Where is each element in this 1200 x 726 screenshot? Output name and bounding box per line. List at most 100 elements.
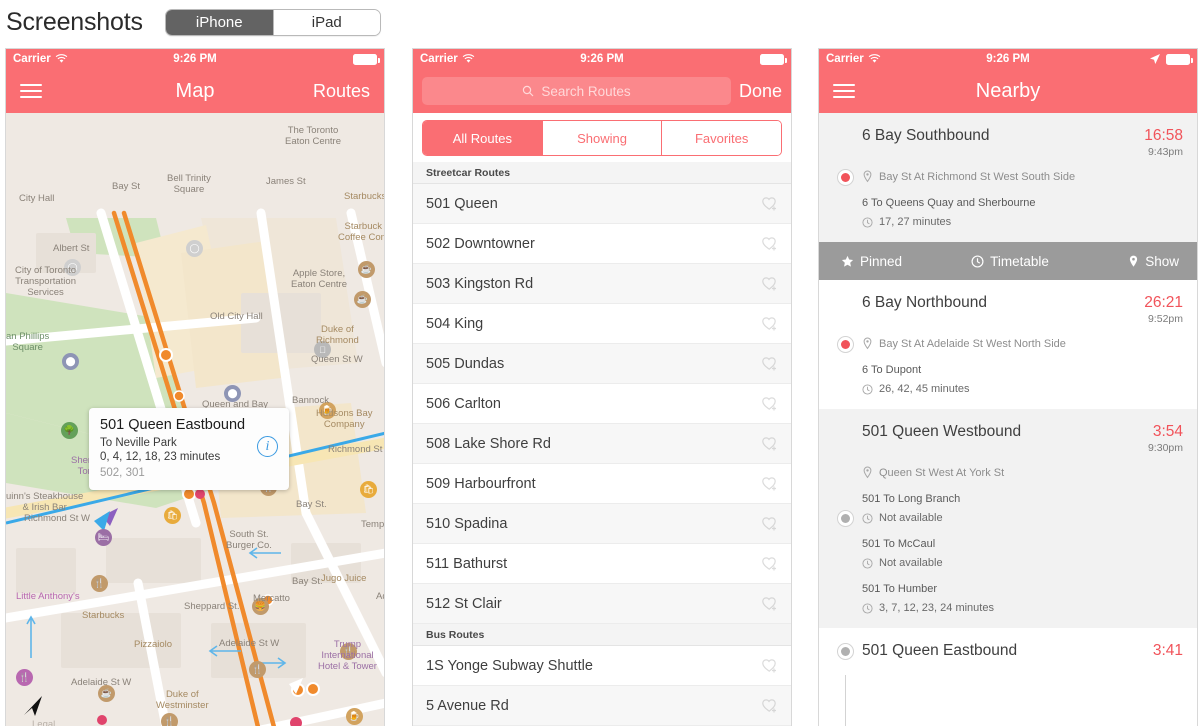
poi-icon-transportation: ⬤: [62, 353, 79, 370]
nearby-list[interactable]: 6 Bay Southbound 16:58 9:43pm Bay St At …: [819, 113, 1197, 726]
clock-time-label: 9:43pm: [1147, 146, 1183, 158]
heart-plus-icon[interactable]: [761, 235, 778, 252]
heart-plus-icon[interactable]: [761, 275, 778, 292]
nearby-card-header: 6 Bay Northbound 26:21 9:52pm: [862, 294, 1183, 325]
nearby-card[interactable]: 501 Queen Eastbound 3:41: [819, 628, 1197, 675]
nearby-card-times: 16:58 9:43pm: [1144, 127, 1183, 158]
nearby-card[interactable]: 501 Queen Westbound 3:54 9:30pm Queen St…: [819, 409, 1197, 628]
battery-icon: [760, 53, 787, 65]
departure-eta: 17, 27 minutes: [862, 216, 1183, 228]
route-row[interactable]: 508 Lake Shore Rd: [413, 424, 791, 464]
route-label: 504 King: [426, 315, 484, 332]
route-label: 512 St Clair: [426, 595, 502, 612]
route-row[interactable]: 1S Yonge Subway Shuttle: [413, 646, 791, 686]
nearby-card-title: 6 Bay Southbound: [862, 127, 990, 144]
heart-plus-icon[interactable]: [761, 315, 778, 332]
callout-destination: To Neville Park: [100, 437, 177, 449]
timeline-dot: [837, 169, 854, 186]
poi-icon-old-city-hall: ⬤: [224, 385, 241, 402]
poi-icon-mercatto: 🍴: [249, 661, 266, 678]
heart-plus-icon[interactable]: [761, 355, 778, 372]
pinned-button[interactable]: Pinned: [819, 254, 954, 269]
heart-plus-icon[interactable]: [761, 435, 778, 452]
route-row[interactable]: 506 Carlton: [413, 384, 791, 424]
segment-showing[interactable]: Showing: [541, 121, 662, 155]
nearby-card-wrapper: 501 Queen Eastbound 3:41: [819, 628, 1197, 675]
nearby-card-header: 501 Queen Eastbound 3:41: [862, 642, 1183, 661]
device-toggle[interactable]: iPhone iPad: [164, 9, 381, 36]
poi-icon-duke-of-westminster: 🍺: [346, 708, 363, 725]
departure-destination: 6 To Dupont: [862, 364, 922, 376]
heart-plus-icon[interactable]: [761, 555, 778, 572]
location-arrow-icon[interactable]: [20, 693, 46, 719]
hamburger-icon[interactable]: [20, 80, 42, 103]
nearby-card-header: 501 Queen Westbound 3:54 9:30pm: [862, 423, 1183, 454]
routes-button[interactable]: Routes: [313, 81, 370, 102]
screenshot-map: Carrier 9:26 PM Map Routes ◯ ⬤ ◯ ☕ ☕ ⬤ 🌳…: [5, 48, 385, 726]
device-toggle-iphone[interactable]: iPhone: [165, 10, 273, 35]
clock-time-label: 9:30pm: [1147, 442, 1183, 454]
heart-plus-icon[interactable]: [761, 595, 778, 612]
poi-icon-apple-store: : [314, 341, 331, 358]
heart-plus-icon[interactable]: [761, 395, 778, 412]
route-row[interactable]: 503 Kingston Rd: [413, 264, 791, 304]
route-label: 5 Avenue Rd: [426, 697, 509, 714]
nearby-card-wrapper: 6 Bay Southbound 16:58 9:43pm Bay St At …: [819, 113, 1197, 242]
route-row[interactable]: 510 Spadina: [413, 504, 791, 544]
status-time: 9:26 PM: [986, 53, 1030, 65]
nearby-card-title: 501 Queen Westbound: [862, 423, 1022, 440]
route-row[interactable]: 511 Bathurst: [413, 544, 791, 584]
route-label: 506 Carlton: [426, 395, 501, 412]
nearby-card-wrapper: 6 Bay Northbound 26:21 9:52pm Bay St At …: [819, 280, 1197, 409]
show-button[interactable]: Show: [1066, 254, 1197, 269]
routes-searchbar: Search Routes Done: [413, 69, 791, 113]
list-section-header: Bus Routes: [413, 624, 791, 646]
departure-destination: 501 To McCaul: [862, 538, 936, 550]
routes-filter-segments[interactable]: All Routes Showing Favorites: [422, 120, 782, 156]
nearby-card-times: 3:54 9:30pm: [1148, 423, 1183, 454]
nearby-card-header: 6 Bay Southbound 16:58 9:43pm: [862, 127, 1183, 158]
route-row[interactable]: 504 King: [413, 304, 791, 344]
search-input[interactable]: Search Routes: [422, 77, 731, 105]
map-canvas[interactable]: ◯ ⬤ ◯ ☕ ☕  ⬤ 🌳 🍺 🍴 🛍 🛍 🛏 🍴 🍔 🍴 🍴 ☕ 🍴 🍺 …: [6, 113, 384, 726]
countdown-label: 3:54: [1152, 423, 1183, 440]
stop-name: Bay St At Richmond St West South Side: [862, 170, 1183, 183]
hamburger-icon[interactable]: [833, 80, 855, 103]
route-label: 501 Queen: [426, 195, 498, 212]
poi-icon-jugo-juice: 🍴: [340, 643, 357, 660]
screenshots-toolbar: Screenshots iPhone iPad: [0, 0, 1200, 45]
info-icon[interactable]: i: [257, 436, 278, 457]
poi-icon-starbucks: ☕: [358, 261, 375, 278]
route-row[interactable]: 505 Dundas: [413, 344, 791, 384]
route-row[interactable]: 5 Avenue Rd: [413, 686, 791, 726]
segment-favorites[interactable]: Favorites: [661, 121, 781, 155]
timetable-button[interactable]: Timetable: [954, 254, 1067, 269]
route-row[interactable]: 501 Queen: [413, 184, 791, 224]
nearby-card[interactable]: 6 Bay Northbound 26:21 9:52pm Bay St At …: [819, 280, 1197, 409]
heart-plus-icon[interactable]: [761, 515, 778, 532]
callout-title: 501 Queen Eastbound: [100, 417, 246, 433]
heart-plus-icon[interactable]: [761, 195, 778, 212]
segment-all-routes[interactable]: All Routes: [423, 121, 542, 155]
heart-plus-icon[interactable]: [761, 697, 778, 714]
route-row[interactable]: 502 Downtowner: [413, 224, 791, 264]
route-row[interactable]: 512 St Clair: [413, 584, 791, 624]
battery-icon: [1166, 53, 1193, 65]
heart-plus-icon[interactable]: [761, 475, 778, 492]
route-row[interactable]: 509 Harbourfront: [413, 464, 791, 504]
battery-icon: [353, 53, 380, 65]
page-title: Screenshots: [6, 8, 143, 36]
departure-eta: 26, 42, 45 minutes: [862, 383, 1183, 395]
device-toggle-ipad[interactable]: iPad: [272, 10, 380, 35]
departure-eta: Not available: [862, 512, 1183, 524]
nearby-card-title: 501 Queen Eastbound: [862, 642, 1018, 659]
routes-list[interactable]: Streetcar Routes 501 Queen 502 Downtowner…: [413, 162, 791, 726]
stop-name: Queen St West At York St: [862, 466, 1183, 479]
heart-plus-icon[interactable]: [761, 657, 778, 674]
route-label: 505 Dundas: [426, 355, 505, 372]
done-button[interactable]: Done: [739, 81, 782, 102]
list-section-header: Streetcar Routes: [413, 162, 791, 184]
nearby-card[interactable]: 6 Bay Southbound 16:58 9:43pm Bay St At …: [819, 113, 1197, 242]
nearby-action-bar[interactable]: Pinned Timetable Show: [819, 242, 1197, 280]
map-callout[interactable]: 501 Queen Eastbound To Neville Park 0, 4…: [89, 408, 289, 490]
